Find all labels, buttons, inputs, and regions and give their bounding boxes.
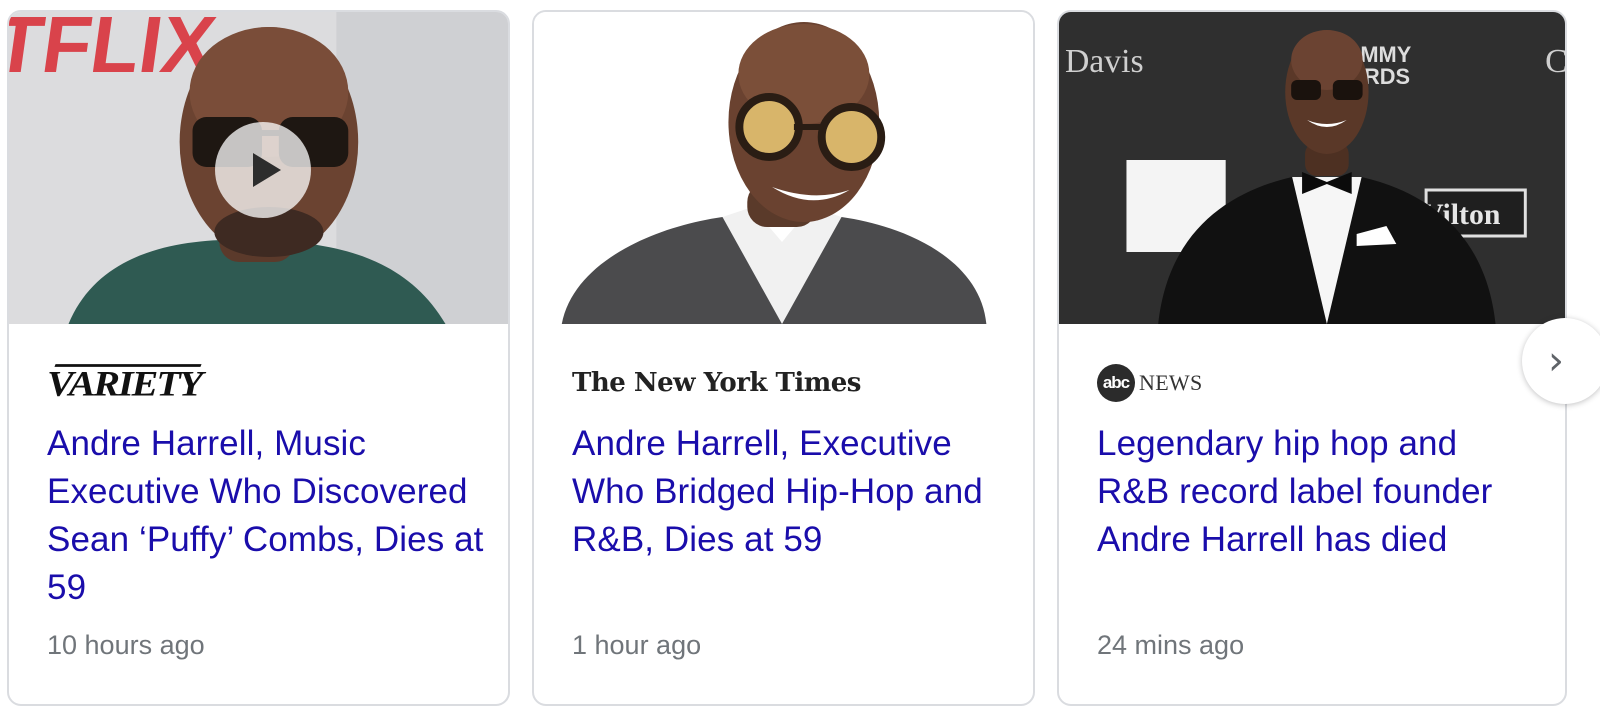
backdrop-text: C xyxy=(1545,43,1565,80)
news-headline-link[interactable]: Legendary hip hop and R&B record label f… xyxy=(1097,420,1537,564)
news-thumbnail[interactable]: Davis RAMMY WARDS Vilton C xyxy=(1059,12,1565,324)
news-card[interactable]: The New York Times Andre Harrell, Execut… xyxy=(532,10,1035,706)
news-card[interactable]: TFLIX VARIETY Andre Harrell, Music Execu… xyxy=(7,10,510,706)
news-headline-link[interactable]: Andre Harrell, Executive Who Bridged Hip… xyxy=(572,420,1012,564)
play-icon xyxy=(252,153,281,187)
timestamp: 24 mins ago xyxy=(1097,630,1245,660)
play-video-button[interactable] xyxy=(215,122,311,218)
nyt-logo: The New York Times xyxy=(572,368,861,398)
variety-logo: VARIETY xyxy=(47,362,203,404)
top-stories-carousel: TFLIX VARIETY Andre Harrell, Music Execu… xyxy=(0,0,1600,726)
timestamp: 10 hours ago xyxy=(47,630,205,660)
chevron-right-icon: › xyxy=(1548,338,1564,384)
abc-news-label: NEWS xyxy=(1139,370,1203,395)
abc-logo-icon: abc xyxy=(1097,364,1135,402)
news-source: The New York Times xyxy=(572,362,861,404)
news-card[interactable]: Davis RAMMY WARDS Vilton C xyxy=(1057,10,1567,706)
backdrop-text: TFLIX xyxy=(9,12,221,89)
news-source: abc NEWS xyxy=(1097,362,1203,404)
news-thumbnail[interactable] xyxy=(534,12,1033,324)
news-thumbnail[interactable]: TFLIX xyxy=(9,12,508,324)
news-source: VARIETY xyxy=(47,362,203,404)
carousel-next-button[interactable]: › xyxy=(1522,318,1600,404)
news-headline-link[interactable]: Andre Harrell, Music Executive Who Disco… xyxy=(47,420,487,612)
backdrop-text: Davis xyxy=(1065,43,1144,80)
timestamp: 1 hour ago xyxy=(572,630,702,660)
